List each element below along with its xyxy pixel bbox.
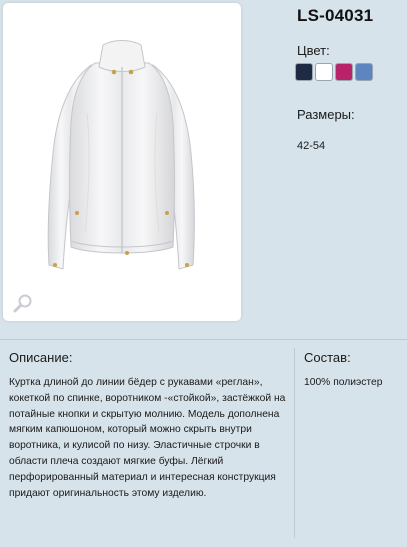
column-divider	[294, 348, 295, 538]
description-text: Куртка длиной до линии бёдер с рукавами …	[9, 377, 286, 499]
color-swatch-white[interactable]	[315, 63, 333, 81]
composition-value: 100% полиэстер	[304, 377, 383, 388]
color-label: Цвет:	[297, 43, 330, 58]
product-sku: LS-04031	[297, 6, 374, 25]
sizes-value: 42-54	[297, 140, 326, 152]
section-divider	[0, 339, 407, 340]
color-swatch-navy[interactable]	[295, 63, 313, 81]
composition-title: Состав:	[304, 350, 351, 365]
sizes-label: Размеры:	[297, 107, 355, 122]
color-swatch-blue[interactable]	[355, 63, 373, 81]
color-swatch-magenta[interactable]	[335, 63, 353, 81]
color-swatches	[295, 63, 373, 81]
magnifier-icon[interactable]	[12, 292, 34, 314]
jacket-image	[47, 40, 195, 270]
product-photo-card[interactable]	[3, 3, 241, 321]
description-title: Описание:	[9, 350, 73, 365]
